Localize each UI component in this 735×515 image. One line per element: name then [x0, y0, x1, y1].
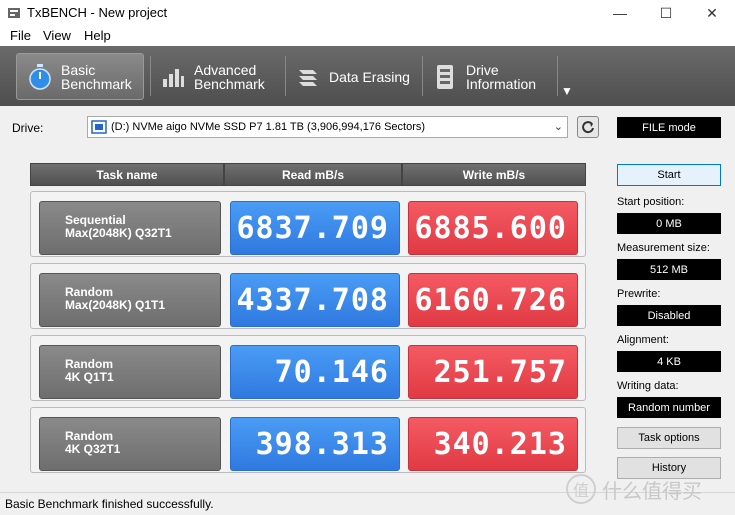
measurement-size-field[interactable]: 512 MB — [617, 259, 721, 280]
minimize-button[interactable]: — — [597, 0, 643, 26]
app-icon — [8, 8, 20, 18]
refresh-icon — [582, 121, 594, 134]
maximize-button[interactable]: ☐ — [643, 0, 689, 26]
header-read: Read mB/s — [224, 163, 402, 186]
tab-drive-information[interactable]: Drive Information — [422, 53, 552, 100]
tab-label-line1: Drive — [466, 61, 499, 78]
tab-advanced-benchmark[interactable]: Advanced Benchmark — [150, 53, 280, 100]
close-button[interactable]: ✕ — [689, 0, 735, 26]
write-value: 6885.600 — [408, 201, 578, 255]
alignment-label: Alignment: — [617, 334, 669, 346]
toolbar-separator — [557, 56, 558, 96]
menu-bar: File View Help — [0, 26, 735, 46]
task-button[interactable]: Random 4K Q1T1 — [39, 345, 221, 399]
read-value: 398.313 — [230, 417, 400, 471]
benchmark-row: Random Max(2048K) Q1T1 4337.708 6160.726 — [30, 263, 586, 329]
measurement-size-label: Measurement size: — [617, 242, 710, 254]
drive-label: Drive: — [12, 121, 44, 135]
read-value: 6837.709 — [230, 201, 400, 255]
start-position-field[interactable]: 0 MB — [617, 213, 721, 234]
prewrite-field[interactable]: Disabled — [617, 305, 721, 326]
task-name-line2: 4K Q1T1 — [65, 370, 114, 384]
header-write: Write mB/s — [402, 163, 586, 186]
menu-help[interactable]: Help — [84, 28, 111, 43]
tab-label-line2: Benchmark — [194, 75, 265, 92]
benchmark-row: Random 4K Q1T1 70.146 251.757 — [30, 335, 586, 401]
tab-label-line1: Advanced — [194, 61, 257, 78]
tab-data-erasing[interactable]: Data Erasing — [285, 53, 415, 100]
writing-data-field[interactable]: Random number — [617, 397, 721, 418]
watermark-text: 什么值得买 — [602, 480, 702, 503]
menu-file[interactable]: File — [10, 28, 31, 43]
drive-icon — [91, 120, 107, 134]
task-name-line2: Max(2048K) Q1T1 — [65, 298, 166, 312]
task-name-line2: 4K Q32T1 — [65, 442, 121, 456]
menu-view[interactable]: View — [43, 28, 71, 43]
task-button[interactable]: Sequential Max(2048K) Q32T1 — [39, 201, 221, 255]
more-tabs-chevron-icon[interactable]: ▼ — [561, 84, 573, 98]
write-value: 340.213 — [408, 417, 578, 471]
read-value: 4337.708 — [230, 273, 400, 327]
title-bar: TxBENCH - New project — ☐ ✕ — [0, 0, 735, 26]
tab-label-line2: Benchmark — [61, 75, 132, 92]
start-button[interactable]: Start — [617, 164, 721, 186]
bar-chart-icon — [160, 64, 186, 90]
status-text: Basic Benchmark finished successfully. — [5, 497, 214, 511]
drive-info-icon — [432, 64, 458, 90]
watermark: 值 什么值得买 — [566, 474, 702, 504]
read-value: 70.146 — [230, 345, 400, 399]
prewrite-label: Prewrite: — [617, 288, 661, 300]
eraser-icon — [295, 64, 321, 90]
task-options-button[interactable]: Task options — [617, 427, 721, 449]
tab-basic-benchmark[interactable]: Basic Benchmark — [16, 53, 144, 100]
task-button[interactable]: Random 4K Q32T1 — [39, 417, 221, 471]
chevron-down-icon: ⌄ — [553, 121, 563, 133]
header-task-name: Task name — [30, 163, 224, 186]
toolbar: Basic Benchmark Advanced Benchmark Data … — [0, 46, 735, 106]
tab-label-line1: Data Erasing — [329, 68, 410, 85]
start-position-label: Start position: — [617, 196, 685, 208]
stopwatch-icon — [27, 63, 53, 90]
watermark-logo-icon: 值 — [566, 474, 596, 504]
tab-label-line2: Information — [466, 75, 537, 92]
benchmark-row: Random 4K Q32T1 398.313 340.213 — [30, 407, 586, 473]
file-mode-badge[interactable]: FILE mode — [617, 117, 721, 138]
task-name-line2: Max(2048K) Q32T1 — [65, 226, 172, 240]
drive-select[interactable]: (D:) NVMe aigo NVMe SSD P7 1.81 TB (3,90… — [87, 116, 568, 138]
task-button[interactable]: Random Max(2048K) Q1T1 — [39, 273, 221, 327]
write-value: 251.757 — [408, 345, 578, 399]
write-value: 6160.726 — [408, 273, 578, 327]
refresh-button[interactable] — [577, 116, 599, 138]
window-title: TxBENCH - New project — [27, 5, 168, 20]
alignment-field[interactable]: 4 KB — [617, 351, 721, 372]
benchmark-row: Sequential Max(2048K) Q32T1 6837.709 688… — [30, 191, 586, 257]
tab-label-line1: Basic — [61, 61, 96, 78]
writing-data-label: Writing data: — [617, 380, 679, 392]
drive-select-value: (D:) NVMe aigo NVMe SSD P7 1.81 TB (3,90… — [111, 121, 426, 133]
